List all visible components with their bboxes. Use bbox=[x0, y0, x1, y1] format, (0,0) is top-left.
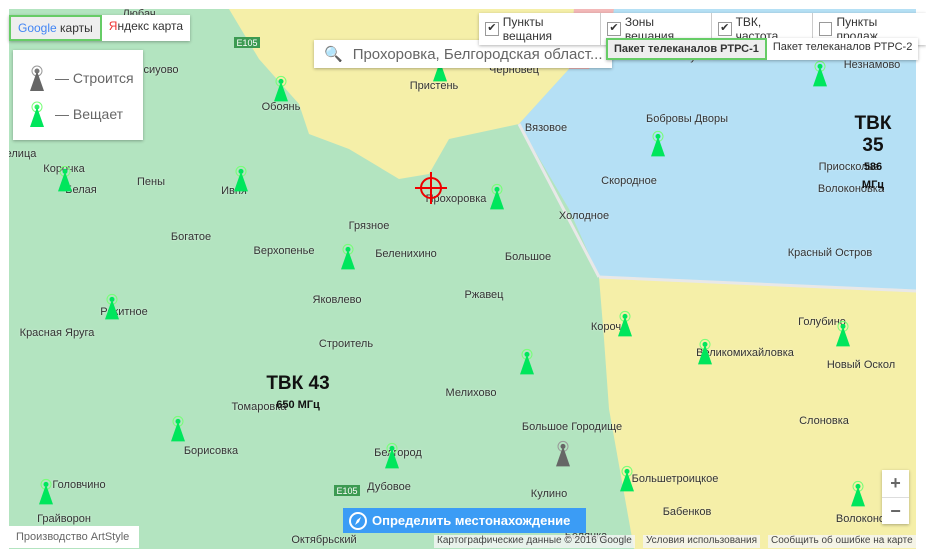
tower-active-icon[interactable] bbox=[848, 479, 868, 507]
town-label: Скородное bbox=[601, 175, 657, 187]
locate-me-button[interactable]: Определить местонахождение bbox=[343, 508, 586, 533]
zone-label-tvk35: ТВК 35 586 МГц bbox=[854, 113, 892, 191]
legend-broadcasting: — Вещает bbox=[27, 100, 123, 128]
tower-active-icon[interactable] bbox=[517, 347, 537, 375]
zoom-in-button[interactable]: + bbox=[882, 470, 909, 498]
tower-active-icon[interactable] bbox=[487, 182, 507, 210]
search-input[interactable]: Прохоровка, Белгородская област... bbox=[353, 46, 603, 63]
tower-active-icon[interactable] bbox=[338, 242, 358, 270]
town-label: Головчино bbox=[52, 479, 106, 491]
town-label: Октябрьский bbox=[291, 534, 357, 546]
tower-active-icon[interactable] bbox=[102, 292, 122, 320]
checkbox-unchecked-icon[interactable] bbox=[818, 22, 833, 36]
tower-active-icon[interactable] bbox=[271, 74, 291, 102]
tower-active-icon[interactable] bbox=[382, 441, 402, 469]
town-label: Холодное bbox=[558, 210, 610, 222]
town-label: Большетроицкое bbox=[631, 473, 719, 485]
town-label: Бобровы Дворы bbox=[646, 113, 728, 125]
tower-active-icon[interactable] bbox=[617, 464, 637, 492]
town-label: Кулино bbox=[530, 488, 568, 500]
town-label: Новый Оскол bbox=[826, 359, 896, 371]
town-label: Обоянь bbox=[261, 101, 301, 113]
legend-building: — Строится bbox=[27, 64, 134, 92]
town-label: Вязовое bbox=[524, 122, 568, 134]
town-label: елица bbox=[9, 148, 37, 160]
broadcast-zones: E105 E105 bbox=[229, 9, 916, 549]
map-provider-switch: Google карты Яндекс карта bbox=[9, 15, 191, 41]
tower-active-icon[interactable] bbox=[231, 164, 251, 192]
town-label: Незнамово bbox=[843, 59, 901, 71]
town-label: Грязное bbox=[348, 220, 390, 232]
report-error-link[interactable]: Сообщить об ошибке на карте bbox=[768, 535, 916, 548]
search-icon: 🔍 bbox=[324, 46, 343, 63]
tower-active-icon bbox=[30, 101, 44, 127]
made-by: Производство ArtStyle bbox=[9, 526, 139, 548]
tower-active-icon[interactable] bbox=[168, 414, 188, 442]
tower-active-icon[interactable] bbox=[615, 309, 635, 337]
town-label: сиyово bbox=[143, 64, 179, 76]
zoom-out-button[interactable]: − bbox=[882, 498, 909, 525]
map-canvas[interactable]: E105 E105 ЛюбачОбояньПристеньЧерновецГук… bbox=[9, 9, 916, 549]
town-label: Ржавец bbox=[464, 289, 504, 301]
terms-link[interactable]: Условия использования bbox=[643, 535, 760, 548]
map-data-attribution: Картографические данные © 2016 Google bbox=[434, 535, 635, 548]
package-switch: Пакет телеканалов РТРС-1 Пакет телеканал… bbox=[606, 38, 919, 60]
town-label: Дубовое bbox=[367, 481, 411, 493]
town-label: Богатое bbox=[170, 231, 212, 243]
town-label: Верхопенье bbox=[253, 245, 315, 257]
zone-label-tvk43: ТВК 43 650 МГц bbox=[266, 373, 330, 411]
target-crosshair-icon bbox=[415, 172, 447, 204]
town-label: Красный Остров bbox=[787, 247, 873, 259]
tower-active-icon[interactable] bbox=[833, 319, 853, 347]
town-label: Строитель bbox=[318, 338, 374, 350]
checkbox-checked-icon[interactable]: ✔ bbox=[485, 22, 499, 36]
tower-active-icon[interactable] bbox=[648, 129, 668, 157]
zone-yellow-southeast bbox=[599, 277, 916, 549]
zoom-control: + − bbox=[882, 470, 909, 524]
checkbox-checked-icon[interactable]: ✔ bbox=[607, 22, 621, 36]
town-label: Красная Яруга bbox=[19, 327, 95, 339]
tower-active-icon[interactable] bbox=[810, 59, 830, 87]
town-label: Бабенков bbox=[662, 506, 712, 518]
checkbox-checked-icon[interactable]: ✔ bbox=[717, 22, 732, 36]
tower-building-icon bbox=[30, 65, 44, 91]
town-label: Яковлево bbox=[312, 294, 362, 306]
town-label: Грайворон bbox=[37, 513, 91, 525]
tower-active-icon[interactable] bbox=[695, 337, 715, 365]
svg-text:E105: E105 bbox=[236, 38, 257, 48]
town-label: Большое bbox=[504, 251, 552, 263]
town-label: Беленихино bbox=[375, 248, 437, 260]
town-label: Пены bbox=[136, 176, 166, 188]
town-label: Борисовка bbox=[183, 445, 239, 457]
compass-icon bbox=[349, 511, 367, 530]
svg-text:E105: E105 bbox=[336, 486, 357, 496]
package-rtrs2-tab[interactable]: Пакет телеканалов РТРС-2 bbox=[767, 38, 918, 60]
legend: — Строится — Вещает bbox=[13, 50, 143, 140]
town-label: Большое Городище bbox=[521, 421, 623, 433]
town-label: Мелихово bbox=[445, 387, 497, 399]
town-label: Слоновка bbox=[799, 415, 849, 427]
google-maps-button[interactable]: Google карты bbox=[9, 15, 102, 41]
tower-active-icon[interactable] bbox=[55, 164, 75, 192]
yandex-maps-button[interactable]: Яндекс карта bbox=[102, 15, 190, 41]
package-rtrs1-tab[interactable]: Пакет телеканалов РТРС-1 bbox=[606, 38, 767, 60]
tower-active-icon[interactable] bbox=[36, 477, 56, 505]
filter-broadcast-points[interactable]: ✔ Пункты вещания bbox=[479, 13, 602, 45]
tower-building-icon[interactable] bbox=[553, 439, 573, 467]
